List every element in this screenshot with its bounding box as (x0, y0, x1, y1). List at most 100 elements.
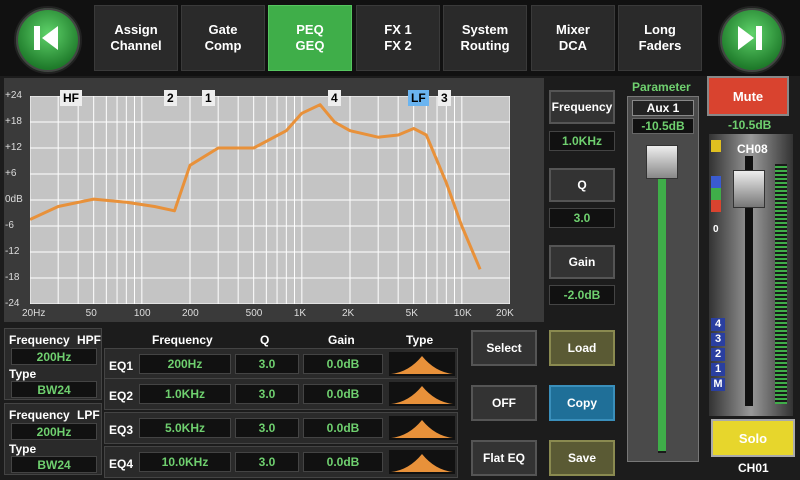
eq-response-curve (29, 103, 482, 270)
x-tick-label: 20Hz (22, 308, 46, 319)
hpf-type-field[interactable]: BW24 (11, 381, 97, 398)
peak-filter-icon[interactable] (389, 352, 455, 376)
load-button[interactable]: Load (549, 330, 615, 366)
dca-indicators: 4 3 2 1 M (711, 318, 725, 393)
y-tick-label: -24 (5, 298, 20, 309)
x-tick-label: 5K (405, 308, 418, 319)
channel-level: -10.5dB (728, 118, 772, 132)
channel-name: CH08 (737, 142, 768, 156)
dca-indicator: M (711, 378, 725, 391)
eq-frequency-field[interactable]: 200Hz (139, 354, 231, 374)
eq-curve-svg (29, 95, 511, 305)
peak-filter-icon[interactable] (389, 416, 455, 440)
y-tick-label: +6 (5, 168, 17, 179)
x-tick-label: 500 (245, 308, 263, 319)
mute-button[interactable]: Mute (707, 76, 789, 116)
save-button[interactable]: Save (549, 440, 615, 476)
skip-back-icon (34, 26, 58, 50)
eq-band-name: EQ2 (109, 389, 134, 403)
dca-indicator: 2 (711, 348, 725, 361)
eq-gain-field[interactable]: 0.0dB (303, 354, 383, 374)
hpf-frequency-field[interactable]: 200Hz (11, 348, 97, 365)
eq-row[interactable]: EQ2 1.0KHz 3.0 0.0dB (104, 378, 458, 410)
parameter-title: Parameter (632, 80, 691, 94)
lpf-panel[interactable]: Frequency LPF 200Hz Type BW24 (4, 403, 102, 475)
band-marker-4[interactable]: 4 (328, 90, 341, 106)
eq-gain-field[interactable]: 0.0dB (303, 452, 383, 472)
gain-button[interactable]: Gain (549, 245, 615, 279)
tab-long-faders[interactable]: Long Faders (618, 5, 702, 71)
y-tick-label: +12 (5, 142, 22, 153)
x-tick-label: 20K (496, 308, 514, 319)
eq-plot-area[interactable] (29, 95, 511, 305)
color-tag-green (711, 188, 721, 200)
eq-gain-field[interactable]: 0.0dB (303, 418, 383, 438)
tab-mixer-dca[interactable]: Mixer DCA (531, 5, 615, 71)
tab-gate-comp[interactable]: Gate Comp (181, 5, 265, 71)
select-button[interactable]: Select (471, 330, 537, 366)
parameter-level-value: -10.5dB (632, 118, 694, 134)
parameter-fader-knob[interactable] (646, 145, 678, 179)
eq-row[interactable]: EQ4 10.0KHz 3.0 0.0dB (104, 446, 458, 478)
y-tick-label: -6 (5, 220, 14, 231)
x-tick-label: 200 (182, 308, 199, 319)
lpf-type-field[interactable]: BW24 (11, 456, 97, 473)
y-tick-label: -12 (5, 246, 20, 257)
lpf-frequency-field[interactable]: 200Hz (11, 423, 97, 440)
x-tick-label: 2K (342, 308, 355, 319)
tab-assign-channel[interactable]: Assign Channel (94, 5, 178, 71)
off-button[interactable]: OFF (471, 385, 537, 421)
skip-forward-icon (738, 26, 762, 50)
x-tick-label: 50 (85, 308, 97, 319)
peak-filter-icon[interactable] (389, 450, 455, 474)
hpf-panel[interactable]: Frequency HPF 200Hz Type BW24 (4, 328, 102, 400)
next-channel-button[interactable] (718, 6, 786, 74)
band-marker-lf[interactable]: LF (408, 90, 429, 106)
tab-fx[interactable]: FX 1 FX 2 (356, 5, 440, 71)
eq-q-field[interactable]: 3.0 (235, 384, 299, 404)
eq-band-name: EQ4 (109, 457, 134, 471)
eq-row[interactable]: EQ1 200Hz 3.0 0.0dB (104, 348, 458, 380)
band-marker-2[interactable]: 2 (164, 90, 177, 106)
bus-label: Aux 1 (632, 100, 694, 116)
y-tick-label: +18 (5, 116, 22, 127)
eq-frequency-field[interactable]: 10.0KHz (139, 452, 231, 472)
x-tick-label: 10K (453, 308, 472, 319)
band-marker-hf[interactable]: HF (60, 90, 82, 106)
prev-channel-button[interactable] (14, 6, 82, 74)
q-value: 3.0 (549, 208, 615, 228)
eq-q-field[interactable]: 3.0 (235, 452, 299, 472)
band-marker-3[interactable]: 3 (438, 90, 451, 106)
eq-frequency-field[interactable]: 1.0KHz (139, 384, 231, 404)
eq-q-field[interactable]: 3.0 (235, 418, 299, 438)
hpf-label: HPF (77, 333, 101, 347)
parameter-fader-panel: Aux 1 -10.5dB (627, 96, 699, 462)
channel-fader-panel: CH08 0 4 3 2 1 M (709, 134, 793, 416)
dca-indicator: 4 (711, 318, 725, 331)
channel-footer: CH01 (738, 461, 769, 475)
q-button[interactable]: Q (549, 168, 615, 202)
frequency-button[interactable]: Frequency (549, 90, 615, 124)
y-tick-label: +24 (5, 90, 22, 101)
eq-graph[interactable]: +24 +18 +12 +6 0dB -6 -12 -18 -24 20Hz 50 100 200 50… (4, 78, 544, 322)
solo-button[interactable]: Solo (711, 419, 795, 457)
lpf-label: LPF (77, 408, 100, 422)
flat-eq-button[interactable]: Flat EQ (471, 440, 537, 476)
zero-db-mark: 0 (713, 224, 719, 235)
eq-row[interactable]: EQ3 5.0KHz 3.0 0.0dB (104, 412, 458, 444)
channel-meter (775, 164, 787, 404)
y-tick-label: -18 (5, 272, 20, 283)
frequency-value: 1.0KHz (549, 131, 615, 151)
band-marker-1[interactable]: 1 (202, 90, 215, 106)
x-tick-label: 100 (133, 308, 151, 319)
channel-fader-knob[interactable] (733, 170, 765, 208)
copy-button[interactable]: Copy (549, 385, 615, 421)
eq-q-field[interactable]: 3.0 (235, 354, 299, 374)
eq-frequency-field[interactable]: 5.0KHz (139, 418, 231, 438)
eq-gain-field[interactable]: 0.0dB (303, 384, 383, 404)
peak-filter-icon[interactable] (389, 382, 455, 406)
eq-band-name: EQ3 (109, 423, 134, 437)
dca-indicator: 3 (711, 333, 725, 346)
tab-system-routing[interactable]: System Routing (443, 5, 527, 71)
tab-peq-geq[interactable]: PEQ GEQ (268, 5, 352, 71)
